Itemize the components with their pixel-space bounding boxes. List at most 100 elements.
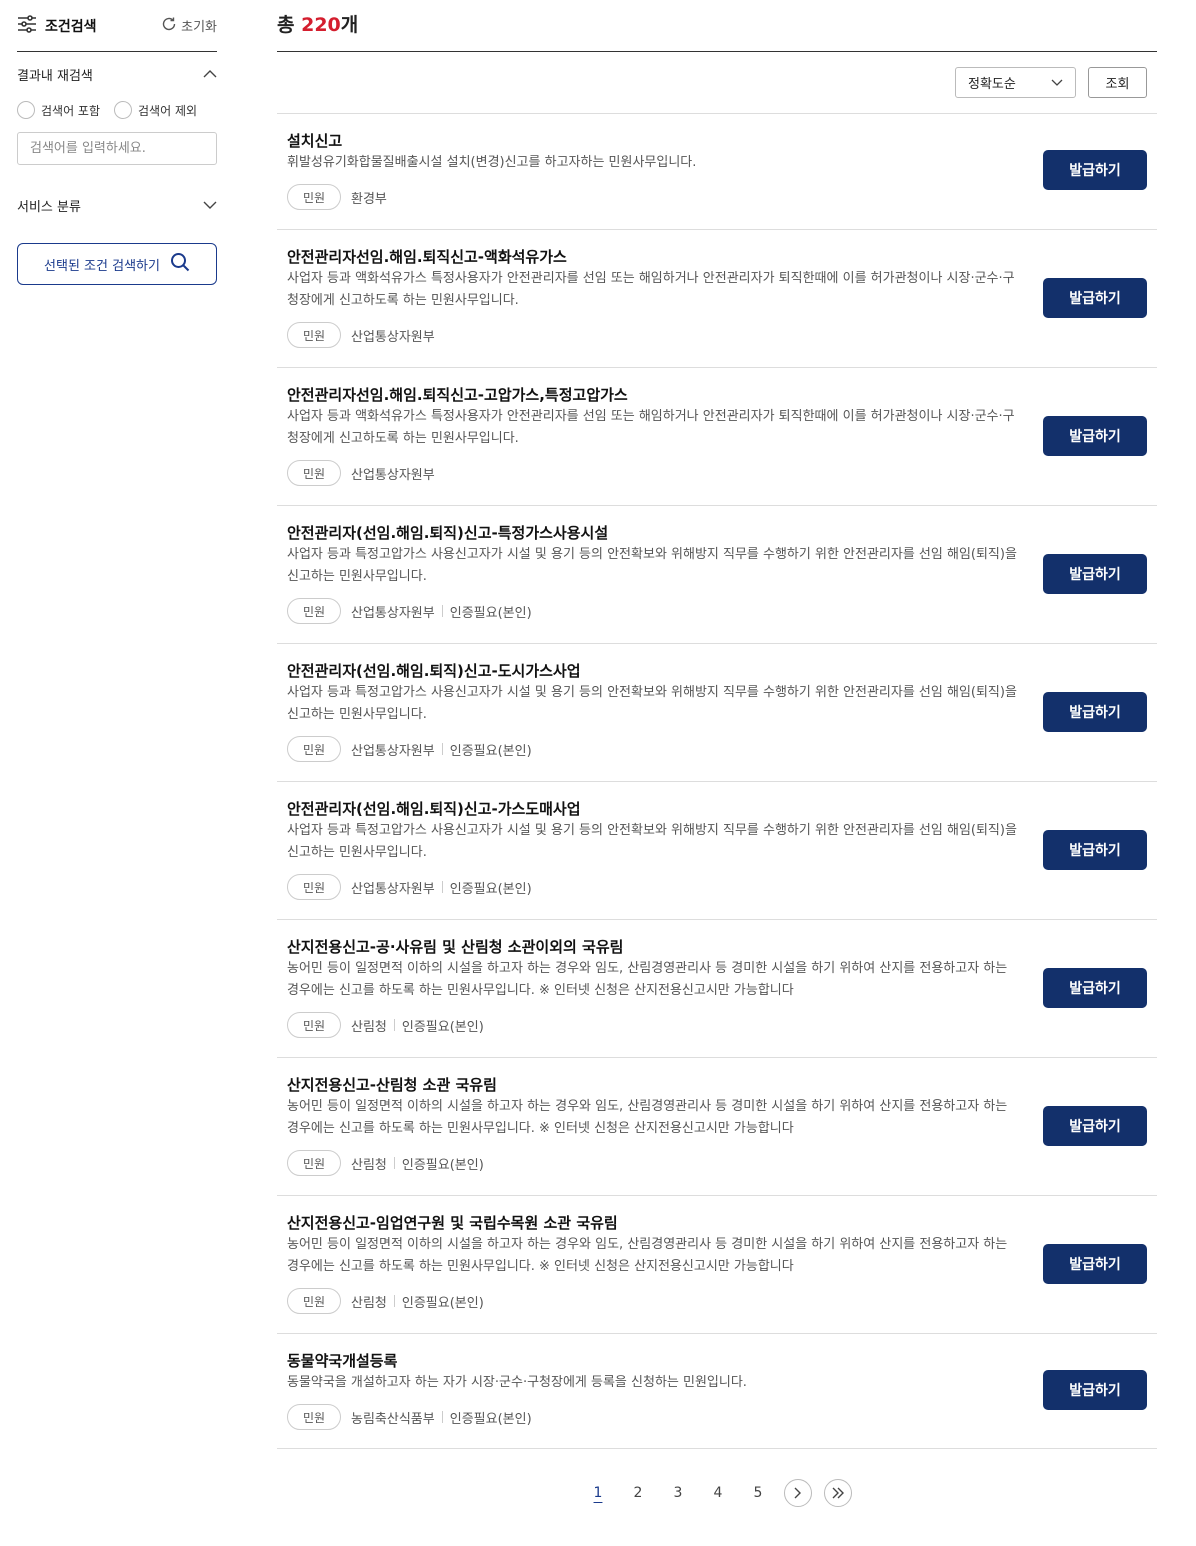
item-title[interactable]: 안전관리자선임.해임.퇴직신고-고압가스,특정고압가스	[287, 384, 628, 405]
item-title[interactable]: 산지전용신고-임업연구원 및 국립수목원 소관 국유림	[287, 1212, 618, 1233]
total-prefix: 총	[277, 14, 302, 36]
item-description: 동물약국을 개설하고자 하는 자가 시장·군수·구청장에게 등록을 신청하는 민…	[287, 1375, 747, 1390]
page-3[interactable]: 3	[658, 1485, 698, 1501]
meta-divider	[393, 1019, 395, 1031]
item-meta: 민원 산업통상자원부	[287, 322, 435, 348]
issue-button[interactable]: 발급하기	[1043, 830, 1147, 870]
agency-label: 산업통상자원부	[351, 605, 435, 621]
query-button[interactable]: 조회	[1088, 67, 1147, 98]
search-selected-conditions-button[interactable]: 선택된 조건 검색하기	[17, 243, 217, 285]
research-search-input[interactable]	[17, 132, 217, 165]
sort-select[interactable]: 정확도순	[955, 67, 1076, 98]
service-category-toggle[interactable]: 서비스 분류	[17, 183, 217, 227]
item-description: 농어민 등이 일정면적 이하의 시설을 하고자 하는 경우와 임도, 산림경영관…	[287, 961, 1008, 998]
agency-label: 산림청	[351, 1157, 387, 1173]
list-item: 산지전용신고-공·사유림 및 산림청 소관이외의 국유림농어민 등이 일정면적 …	[277, 920, 1157, 1058]
category-badge: 민원	[287, 736, 341, 762]
issue-button[interactable]: 발급하기	[1043, 692, 1147, 732]
item-title[interactable]: 안전관리자(선임.해임.퇴직)신고-가스도매사업	[287, 798, 581, 819]
item-title[interactable]: 안전관리자(선임.해임.퇴직)신고-특정가스사용시설	[287, 522, 608, 543]
item-meta: 민원 산림청 인증필요(본인)	[287, 1288, 484, 1314]
sidebar-title: 조건검색	[17, 14, 97, 37]
filter-sliders-icon	[17, 14, 37, 37]
pagination-controls: 1 2 3 4 5	[578, 1479, 858, 1507]
reset-label: 초기화	[181, 20, 217, 35]
auth-required-label: 인증필요(본인)	[401, 1157, 484, 1173]
radio-circle	[17, 101, 35, 119]
issue-button[interactable]: 발급하기	[1043, 968, 1147, 1008]
research-section-label: 결과내 재검색	[17, 68, 93, 84]
radio-include-keyword[interactable]: 검색어 포함	[17, 101, 100, 119]
issue-button[interactable]: 발급하기	[1043, 1106, 1147, 1146]
meta-divider	[393, 1295, 395, 1307]
item-title[interactable]: 안전관리자(선임.해임.퇴직)신고-도시가스사업	[287, 660, 581, 681]
meta-divider	[441, 881, 443, 893]
item-title[interactable]: 산지전용신고-공·사유림 및 산림청 소관이외의 국유림	[287, 936, 623, 957]
item-description: 사업자 등과 액화석유가스 특정사용자가 안전관리자를 선임 또는 해임하거나 …	[287, 409, 1015, 446]
chevron-down-icon	[203, 198, 217, 213]
page-2[interactable]: 2	[618, 1485, 658, 1501]
category-badge: 민원	[287, 1012, 341, 1038]
chevron-down-icon	[1051, 75, 1063, 90]
agency-label: 농림축산식품부	[351, 1411, 435, 1427]
issue-button[interactable]: 발급하기	[1043, 1244, 1147, 1284]
radio-exclude-keyword[interactable]: 검색어 제외	[114, 101, 197, 119]
research-section-toggle[interactable]: 결과내 재검색	[17, 52, 217, 96]
issue-button[interactable]: 발급하기	[1043, 278, 1147, 318]
double-chevron-right-icon	[832, 1484, 844, 1503]
auth-required-label: 인증필요(본인)	[449, 605, 532, 621]
agency-label: 환경부	[351, 191, 387, 207]
category-badge: 민원	[287, 874, 341, 900]
item-meta: 민원 산림청 인증필요(본인)	[287, 1150, 484, 1176]
agency-label: 산업통상자원부	[351, 881, 435, 897]
item-meta: 민원 농림축산식품부 인증필요(본인)	[287, 1404, 532, 1430]
auth-required-label: 인증필요(본인)	[401, 1295, 484, 1311]
search-selected-conditions-label: 선택된 조건 검색하기	[44, 258, 160, 274]
sidebar-header: 조건검색 초기화	[17, 0, 217, 52]
list-item: 산지전용신고-산림청 소관 국유림 농어민 등이 일정면적 이하의 시설을 하고자…	[277, 1058, 1157, 1196]
item-description: 농어민 등이 일정면적 이하의 시설을 하고자 하는 경우와 임도, 산림경영관…	[287, 1237, 1008, 1274]
item-meta: 민원 산업통상자원부 인증필요(본인)	[287, 874, 532, 900]
filter-sidebar: 조건검색 초기화 결과내 재검색 검색어 포함 검색어 제외 서비스 분류	[17, 0, 217, 285]
auth-required-label: 인증필요(본인)	[449, 881, 532, 897]
total-suffix: 개	[340, 14, 359, 36]
list-item: 안전관리자(선임.해임.퇴직)신고-특정가스사용시설사업자 등과 특정고압가스 …	[277, 506, 1157, 644]
auth-required-label: 인증필요(본인)	[401, 1019, 484, 1035]
item-description: 사업자 등과 액화석유가스 특정사용자가 안전관리자를 선임 또는 해임하거나 …	[287, 271, 1015, 308]
category-badge: 민원	[287, 1150, 341, 1176]
issue-button[interactable]: 발급하기	[1043, 416, 1147, 456]
total-count: 220	[301, 14, 341, 36]
issue-button[interactable]: 발급하기	[1043, 150, 1147, 190]
issue-button[interactable]: 발급하기	[1043, 554, 1147, 594]
item-meta: 민원 산업통상자원부	[287, 460, 435, 486]
page-1[interactable]: 1	[578, 1485, 618, 1501]
query-button-label: 조회	[1105, 77, 1130, 92]
item-meta: 민원 산업통상자원부 인증필요(본인)	[287, 598, 532, 624]
pagination: 1 2 3 4 5	[0, 1479, 1196, 1507]
category-badge: 민원	[287, 322, 341, 348]
agency-label: 산업통상자원부	[351, 467, 435, 483]
item-meta: 민원 산업통상자원부 인증필요(본인)	[287, 736, 532, 762]
page-5[interactable]: 5	[738, 1485, 778, 1501]
category-badge: 민원	[287, 1404, 341, 1430]
search-icon	[170, 252, 190, 276]
auth-required-label: 인증필요(본인)	[449, 743, 532, 759]
list-item: 안전관리자(선임.해임.퇴직)신고-도시가스사업 사업자 등과 특정고압가스 사용…	[277, 644, 1157, 782]
last-page-button[interactable]	[824, 1479, 852, 1507]
item-title[interactable]: 안전관리자선임.해임.퇴직신고-액화석유가스	[287, 246, 567, 267]
reset-button[interactable]: 초기화	[161, 16, 217, 36]
item-title[interactable]: 동물약국개설등록	[287, 1350, 397, 1371]
keyword-mode-radio-group: 검색어 포함 검색어 제외	[17, 96, 217, 124]
chevron-right-icon	[794, 1484, 802, 1503]
item-title[interactable]: 산지전용신고-산림청 소관 국유림	[287, 1074, 497, 1095]
page-4[interactable]: 4	[698, 1485, 738, 1501]
item-description: 사업자 등과 특정고압가스 사용신고자가 시설 및 용기 등의 안전확보와 위해…	[287, 547, 1017, 584]
category-badge: 민원	[287, 598, 341, 624]
next-page-button[interactable]	[784, 1479, 812, 1507]
service-category-label: 서비스 분류	[17, 199, 81, 215]
item-meta: 민원 환경부	[287, 184, 387, 210]
issue-button[interactable]: 발급하기	[1043, 1370, 1147, 1410]
meta-divider	[441, 743, 443, 755]
item-title[interactable]: 설치신고	[287, 130, 342, 151]
results-toolbar: 정확도순 조회	[277, 52, 1157, 114]
